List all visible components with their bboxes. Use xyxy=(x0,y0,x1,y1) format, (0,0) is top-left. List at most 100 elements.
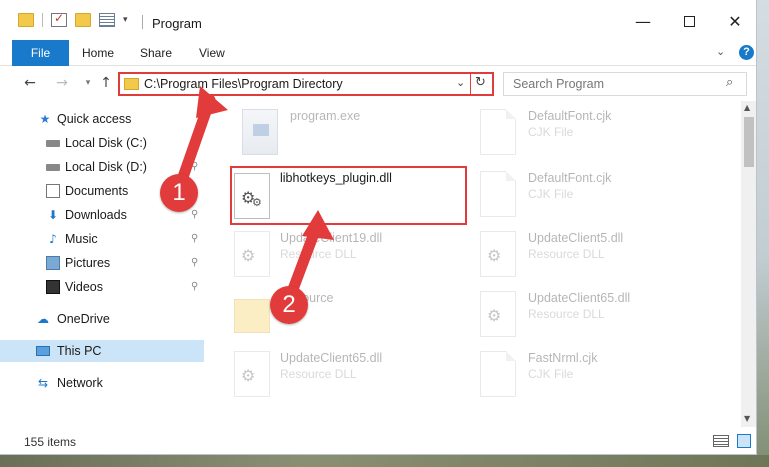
file-type: Resource DLL xyxy=(528,247,605,261)
sidebar-item-label: Documents xyxy=(65,184,129,198)
sidebar-item-label: Videos xyxy=(65,280,103,294)
title-separator xyxy=(142,15,143,29)
minimize-button[interactable]: — xyxy=(628,10,658,34)
computer-icon xyxy=(36,346,50,356)
close-button[interactable]: ✕ xyxy=(720,10,750,34)
details-view-icon[interactable] xyxy=(713,435,729,447)
up-button[interactable]: ↑ xyxy=(96,73,116,93)
back-button[interactable]: ← xyxy=(20,73,40,93)
file-explorer-window: ▾ Program — ✕ File Home Share View ⌄ ? ←… xyxy=(0,0,757,455)
sidebar-item-network[interactable]: ⇆ Network xyxy=(0,372,204,394)
search-input[interactable]: Search Program ⌕ xyxy=(503,72,747,96)
videos-icon xyxy=(46,280,60,294)
customize-toolbar-dropdown-icon[interactable]: ▾ xyxy=(123,15,128,25)
file-type: CJK File xyxy=(528,125,574,139)
item-count: 155 items xyxy=(24,435,77,449)
recent-locations-dropdown[interactable]: ▾ xyxy=(78,73,98,93)
pin-icon[interactable]: ⚲ xyxy=(191,276,198,298)
gear-file-icon: ⚙ xyxy=(234,231,270,277)
sidebar-item-onedrive[interactable]: ☁ OneDrive xyxy=(0,308,204,330)
file-list: program.exe DefaultFont.cjk CJK File ⚙ ⚙… xyxy=(208,101,741,427)
search-icon[interactable]: ⌕ xyxy=(726,75,733,90)
scroll-down-icon[interactable]: ▼ xyxy=(744,414,750,423)
ribbon-tabs: File Home Share View ⌄ ? xyxy=(0,40,756,66)
sidebar-item-quick-access[interactable]: ★ Quick access xyxy=(0,108,204,130)
maximize-icon xyxy=(683,15,695,27)
file-name: UpdateClient65.dll xyxy=(528,291,631,305)
document-icon xyxy=(480,109,516,155)
file-item[interactable]: program.exe xyxy=(242,109,482,165)
gear-file-icon: ⚙ xyxy=(234,351,270,397)
step-2-badge: 2 xyxy=(270,286,308,324)
file-name: program.exe xyxy=(290,109,361,123)
sidebar-item-music[interactable]: ♪ Music ⚲ xyxy=(0,228,204,250)
sidebar-item-label: This PC xyxy=(57,344,102,358)
file-name: UpdateClient65.dll xyxy=(280,351,383,365)
sidebar-item-label: Quick access xyxy=(57,112,132,126)
music-icon: ♪ xyxy=(49,232,57,246)
folder-icon xyxy=(234,299,270,333)
pin-icon[interactable]: ⚲ xyxy=(191,204,198,226)
properties-check-icon[interactable] xyxy=(51,11,67,27)
sidebar-item-label: Music xyxy=(65,232,98,246)
expand-ribbon-chevron-icon[interactable]: ⌄ xyxy=(716,45,725,58)
properties-icon[interactable] xyxy=(99,13,115,27)
drive-icon xyxy=(46,140,60,147)
file-item[interactable]: DefaultFont.cjk CJK File xyxy=(480,171,720,227)
file-item[interactable]: FastNrml.cjk CJK File xyxy=(480,351,720,407)
gear-icon: ⚙ xyxy=(487,306,502,325)
pin-icon[interactable]: ⚲ xyxy=(191,252,198,274)
tab-file[interactable]: File xyxy=(12,40,69,66)
sidebar-item-videos[interactable]: Videos ⚲ xyxy=(0,276,204,298)
new-folder-icon[interactable] xyxy=(75,13,91,27)
refresh-icon[interactable]: ↻ xyxy=(475,75,486,90)
file-item[interactable]: ⚙ UpdateClient65.dll Resource DLL xyxy=(234,351,474,407)
title-bar: ▾ Program — ✕ xyxy=(0,0,756,40)
gear-icon: ⚙ xyxy=(241,366,256,385)
tab-view[interactable]: View xyxy=(185,40,239,66)
toolbar-separator xyxy=(42,13,43,27)
help-icon[interactable]: ? xyxy=(739,45,754,60)
sidebar-item-this-pc[interactable]: This PC xyxy=(0,340,204,362)
sidebar-item-label: Downloads xyxy=(65,208,127,222)
sidebar-item-local-disk-c[interactable]: Local Disk (C:) ⚲ xyxy=(0,132,204,154)
pin-icon[interactable]: ⚲ xyxy=(191,228,198,250)
drive-icon xyxy=(46,164,60,171)
file-item[interactable]: ⚙ UpdateClient65.dll Resource DLL xyxy=(480,291,720,347)
tab-home[interactable]: Home xyxy=(68,40,128,66)
star-icon: ★ xyxy=(39,112,51,126)
file-name: UpdateClient19.dll xyxy=(280,231,383,245)
scrollbar-thumb[interactable] xyxy=(744,117,754,167)
maximize-button[interactable] xyxy=(674,10,704,34)
documents-icon xyxy=(46,184,60,198)
pin-icon[interactable]: ⚲ xyxy=(191,132,198,154)
vertical-scrollbar[interactable]: ▲ ▼ xyxy=(741,101,756,427)
address-bar[interactable]: C:\Program Files\Program Directory ⌄ ↻ xyxy=(118,72,494,96)
background-edge-bottom xyxy=(0,455,769,467)
status-bar: 155 items xyxy=(0,427,756,454)
sidebar-item-label: Local Disk (D:) xyxy=(65,160,147,174)
file-type: Resource DLL xyxy=(280,247,357,261)
sidebar-item-label: Local Disk (C:) xyxy=(65,136,147,150)
file-item[interactable]: ⚙ UpdateClient19.dll Resource DLL xyxy=(234,231,474,287)
forward-button[interactable]: → xyxy=(52,73,72,93)
quick-access-toolbar: ▾ xyxy=(18,11,128,27)
folder-icon[interactable] xyxy=(18,13,34,27)
gear-file-icon: ⚙ xyxy=(480,291,516,337)
network-icon: ⇆ xyxy=(37,376,49,390)
navigation-pane: ★ Quick access Local Disk (C:) ⚲ Local D… xyxy=(0,101,208,427)
sidebar-item-pictures[interactable]: Pictures ⚲ xyxy=(0,252,204,274)
file-item[interactable]: ⚙ UpdateClient5.dll Resource DLL xyxy=(480,231,720,287)
file-item[interactable]: DefaultFont.cjk CJK File xyxy=(480,109,720,165)
file-name: UpdateClient5.dll xyxy=(528,231,624,245)
folder-icon xyxy=(124,78,139,90)
file-name: DefaultFont.cjk xyxy=(528,109,612,123)
highlight-box xyxy=(230,166,467,225)
scroll-up-icon[interactable]: ▲ xyxy=(744,103,750,112)
window-title: Program xyxy=(152,16,202,31)
address-path[interactable]: C:\Program Files\Program Directory xyxy=(144,77,343,91)
pin-icon[interactable]: ⚲ xyxy=(191,156,198,178)
address-dropdown-icon[interactable]: ⌄ xyxy=(456,76,465,89)
large-icons-view-icon[interactable] xyxy=(737,434,751,448)
tab-share[interactable]: Share xyxy=(126,40,186,66)
